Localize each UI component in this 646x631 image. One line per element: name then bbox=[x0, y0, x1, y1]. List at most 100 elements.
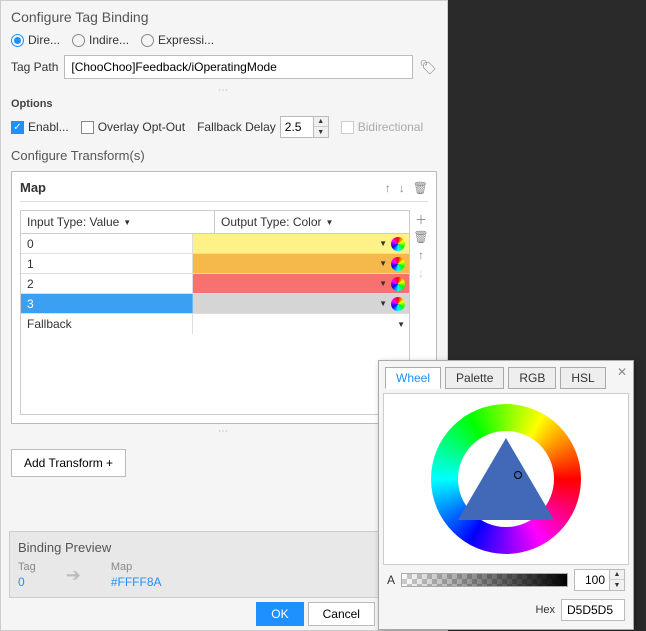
output-type-dropdown[interactable]: Output Type: Color ▼ bbox=[215, 211, 409, 233]
row-down-icon[interactable]: ↓ bbox=[414, 266, 428, 280]
preview-value: 0 bbox=[18, 575, 36, 589]
spinner-down-icon[interactable]: ▼ bbox=[314, 127, 328, 137]
option-label: Fallback Delay bbox=[197, 120, 276, 134]
color-picker-popup: ✕ Wheel Palette RGB HSL A ▲ ▼ Hex bbox=[378, 360, 634, 630]
radio-expression[interactable]: Expressi... bbox=[141, 33, 214, 47]
fallback-delay-option: Fallback Delay ▲ ▼ bbox=[197, 116, 329, 138]
radio-icon bbox=[72, 34, 85, 47]
input-cell[interactable]: 3 bbox=[21, 294, 193, 313]
radio-label: Expressi... bbox=[158, 33, 214, 47]
picker-indicator[interactable] bbox=[514, 471, 522, 479]
hex-input[interactable] bbox=[561, 599, 625, 621]
add-row-icon[interactable]: ＋ bbox=[414, 212, 428, 226]
output-cell[interactable]: ▼ bbox=[193, 314, 409, 334]
delete-row-icon[interactable]: 🗑 bbox=[414, 230, 428, 244]
preview-label: Tag bbox=[18, 561, 36, 573]
radio-label: Indire... bbox=[89, 33, 129, 47]
arrow-right-icon: ➔ bbox=[66, 565, 81, 586]
radio-label: Dire... bbox=[28, 33, 60, 47]
output-cell[interactable]: ▼ bbox=[193, 254, 409, 273]
ok-button[interactable]: OK bbox=[256, 602, 303, 626]
tab-palette[interactable]: Palette bbox=[445, 367, 504, 389]
radio-indirect[interactable]: Indire... bbox=[72, 33, 129, 47]
move-down-icon[interactable]: ↓ bbox=[399, 181, 405, 195]
radio-icon bbox=[11, 34, 24, 47]
option-label: Enabl... bbox=[28, 120, 69, 134]
tag-path-row: Tag Path 🏷 bbox=[11, 55, 437, 79]
checkbox-icon: ✓ bbox=[11, 121, 24, 134]
table-row[interactable]: 0 ▼ bbox=[21, 234, 409, 254]
fallback-delay-input[interactable] bbox=[280, 116, 314, 138]
overlay-option[interactable]: Overlay Opt-Out bbox=[81, 120, 185, 134]
tab-rgb[interactable]: RGB bbox=[508, 367, 556, 389]
delete-transform-icon[interactable]: 🗑 bbox=[413, 181, 428, 195]
table-row[interactable]: 1 ▼ bbox=[21, 254, 409, 274]
alpha-input[interactable] bbox=[574, 569, 610, 591]
alpha-slider[interactable] bbox=[401, 573, 568, 587]
output-cell[interactable]: ▼ bbox=[193, 274, 409, 293]
spinner-buttons: ▲ ▼ bbox=[610, 569, 625, 591]
tag-path-input[interactable] bbox=[64, 55, 413, 79]
map-table: Input Type: Value ▼ Output Type: Color ▼… bbox=[20, 210, 410, 415]
input-type-dropdown[interactable]: Input Type: Value ▼ bbox=[21, 211, 215, 233]
empty-table-area bbox=[21, 334, 409, 414]
dropdown-icon: ▼ bbox=[379, 299, 387, 308]
hex-row: Hex bbox=[383, 595, 629, 625]
enabled-option[interactable]: ✓ Enabl... bbox=[11, 120, 69, 134]
panel-title: Configure Tag Binding bbox=[11, 9, 437, 25]
transform-header: Map ↑ ↓ 🗑 bbox=[20, 180, 428, 202]
dropdown-icon: ▼ bbox=[397, 320, 405, 329]
transform-name: Map bbox=[20, 180, 46, 195]
spinner-down-icon[interactable]: ▼ bbox=[610, 580, 624, 590]
radio-direct[interactable]: Dire... bbox=[11, 33, 60, 47]
tab-hsl[interactable]: HSL bbox=[560, 367, 605, 389]
binding-type-radios: Dire... Indire... Expressi... bbox=[11, 33, 437, 47]
color-wheel-area[interactable] bbox=[383, 393, 629, 565]
tag-browse-icon[interactable]: 🏷 bbox=[419, 59, 437, 76]
input-cell[interactable]: 0 bbox=[21, 234, 193, 253]
options-row: ✓ Enabl... Overlay Opt-Out Fallback Dela… bbox=[11, 116, 437, 138]
transform-map-box: Map ↑ ↓ 🗑 Input Type: Value ▼ Output Typ… bbox=[11, 171, 437, 424]
alpha-row: A ▲ ▼ bbox=[383, 565, 629, 595]
preview-map-col: Map #FFFF8A bbox=[111, 561, 162, 589]
resize-grip[interactable]: ⋯ bbox=[11, 85, 437, 96]
move-up-icon[interactable]: ↑ bbox=[385, 181, 391, 195]
input-cell[interactable]: 1 bbox=[21, 254, 193, 273]
color-wheel-icon[interactable] bbox=[391, 297, 405, 311]
color-wheel-icon[interactable] bbox=[391, 237, 405, 251]
hue-wheel[interactable] bbox=[431, 404, 581, 554]
spinner-up-icon[interactable]: ▲ bbox=[314, 117, 328, 127]
preview-tag-col: Tag 0 bbox=[18, 561, 36, 589]
radio-icon bbox=[141, 34, 154, 47]
table-row-fallback[interactable]: Fallback ▼ bbox=[21, 314, 409, 334]
alpha-label: A bbox=[387, 573, 395, 587]
preview-label: Map bbox=[111, 561, 162, 573]
bidirectional-option: Bidirectional bbox=[341, 120, 423, 134]
add-transform-button[interactable]: Add Transform + bbox=[11, 449, 126, 477]
color-wheel-icon[interactable] bbox=[391, 257, 405, 271]
table-row-selected[interactable]: 3 ▼ bbox=[21, 294, 409, 314]
preview-value: #FFFF8A bbox=[111, 575, 162, 589]
dropdown-icon: ▼ bbox=[379, 239, 387, 248]
preview-title: Binding Preview bbox=[18, 540, 430, 555]
hex-label: Hex bbox=[535, 604, 555, 616]
dropdown-icon: ▼ bbox=[379, 259, 387, 268]
output-cell[interactable]: ▼ bbox=[193, 294, 409, 313]
option-label: Overlay Opt-Out bbox=[98, 120, 185, 134]
cancel-button[interactable]: Cancel bbox=[308, 602, 375, 626]
input-cell[interactable]: Fallback bbox=[21, 314, 193, 334]
binding-preview: Binding Preview Tag 0 ➔ Map #FFFF8A bbox=[9, 531, 439, 598]
resize-grip[interactable]: ⋯ bbox=[11, 426, 437, 437]
input-cell[interactable]: 2 bbox=[21, 274, 193, 293]
sv-triangle[interactable] bbox=[458, 438, 554, 520]
color-wheel-icon[interactable] bbox=[391, 277, 405, 291]
option-label: Bidirectional bbox=[358, 120, 423, 134]
spinner-buttons: ▲ ▼ bbox=[314, 116, 329, 138]
row-up-icon[interactable]: ↑ bbox=[414, 248, 428, 262]
spinner-up-icon[interactable]: ▲ bbox=[610, 570, 624, 580]
table-row[interactable]: 2 ▼ bbox=[21, 274, 409, 294]
output-cell[interactable]: ▼ bbox=[193, 234, 409, 253]
tab-wheel[interactable]: Wheel bbox=[385, 367, 441, 389]
close-icon[interactable]: ✕ bbox=[617, 365, 627, 379]
checkbox-icon bbox=[341, 121, 354, 134]
